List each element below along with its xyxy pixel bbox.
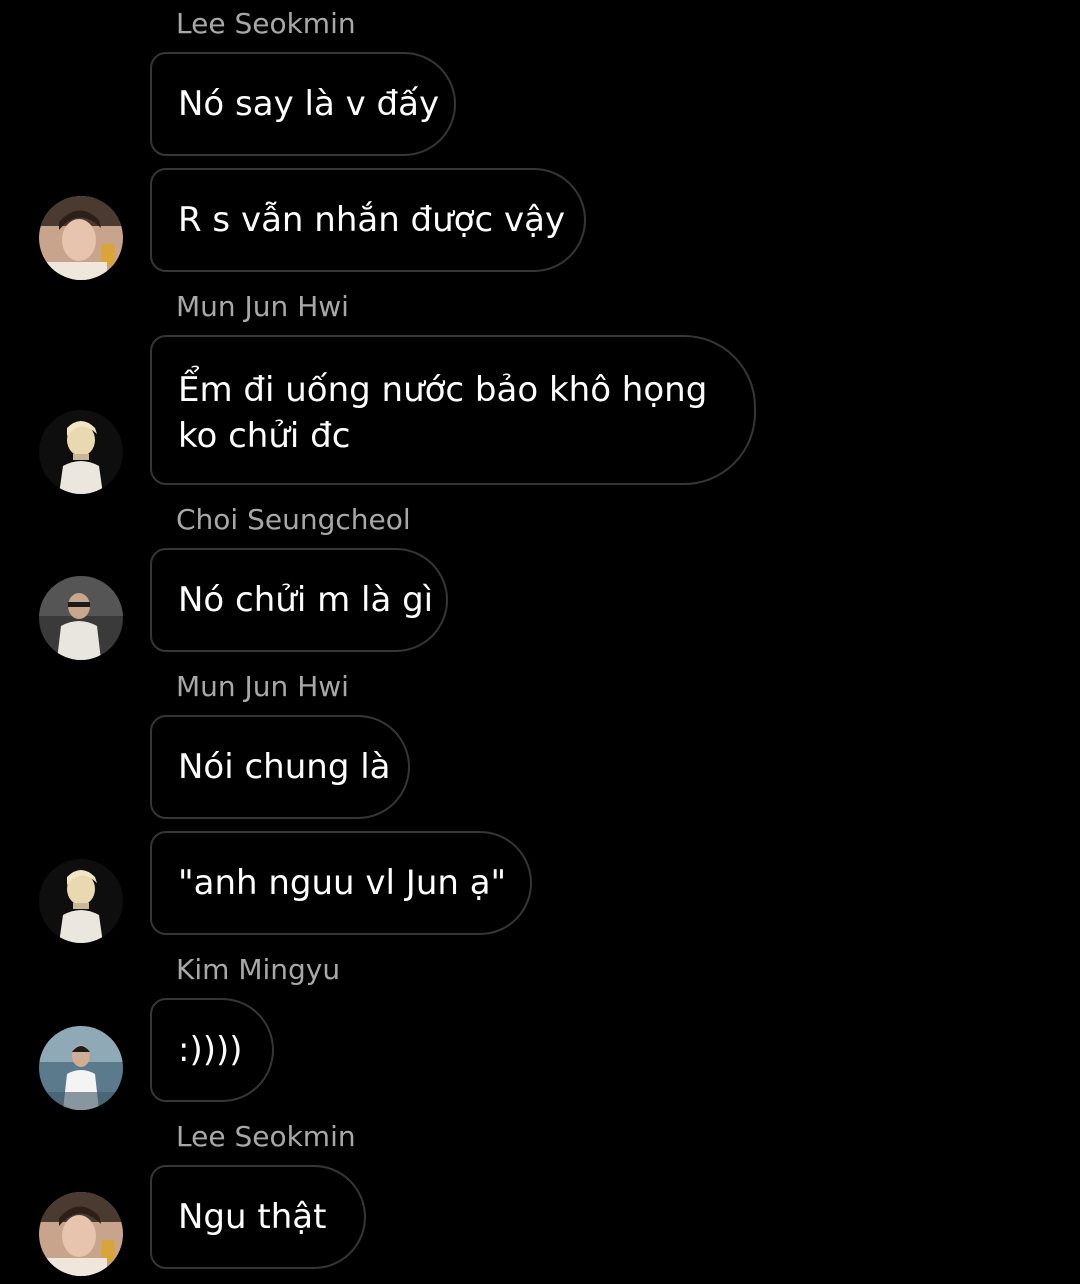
message-bubble[interactable]: Ểm đi uống nước bảo khô họng ko chửi đc bbox=[150, 335, 756, 485]
message-text: Nói chung là bbox=[178, 747, 391, 787]
message-text: Ngu thật bbox=[178, 1197, 327, 1237]
message-bubble[interactable]: :)))) bbox=[150, 998, 274, 1102]
avatar-mun-jun-hwi[interactable] bbox=[39, 859, 123, 943]
avatar-photo bbox=[39, 410, 123, 494]
avatar-mun-jun-hwi[interactable] bbox=[39, 410, 123, 494]
message-bubble[interactable]: Nó say là v đấy bbox=[150, 52, 456, 156]
message-line: ko chửi đc bbox=[178, 416, 351, 456]
avatar-photo bbox=[39, 1026, 123, 1110]
sender-name: Lee Seokmin bbox=[176, 7, 356, 40]
message-bubble[interactable]: Nó chửi m là gì bbox=[150, 548, 448, 652]
avatar-photo bbox=[39, 196, 123, 280]
avatar-photo bbox=[39, 859, 123, 943]
message-bubble[interactable]: Nói chung là bbox=[150, 715, 410, 819]
avatar-choi-seungcheol[interactable] bbox=[39, 576, 123, 660]
chat-thread: Lee Seokmin Nó say là v đấy R s vẫn nhắn… bbox=[0, 0, 1080, 1284]
sender-name: Mun Jun Hwi bbox=[176, 290, 349, 323]
message-bubble[interactable]: Ngu thật bbox=[150, 1165, 366, 1269]
avatar-photo bbox=[39, 576, 123, 660]
avatar-lee-seokmin[interactable] bbox=[39, 196, 123, 280]
message-text: "anh nguu vl Jun ạ" bbox=[178, 863, 507, 903]
sender-name: Kim Mingyu bbox=[176, 953, 341, 986]
message-text: :)))) bbox=[178, 1030, 243, 1070]
avatar-lee-seokmin[interactable] bbox=[39, 1192, 123, 1276]
avatar-photo bbox=[39, 1192, 123, 1276]
sender-name: Lee Seokmin bbox=[176, 1120, 356, 1153]
message-text: Nó say là v đấy bbox=[178, 84, 440, 124]
avatar-kim-mingyu[interactable] bbox=[39, 1026, 123, 1110]
message-text: Ểm đi uống nước bảo khô họng ko chửi đc bbox=[178, 367, 707, 459]
message-bubble[interactable]: R s vẫn nhắn được vậy bbox=[150, 168, 586, 272]
message-bubble[interactable]: "anh nguu vl Jun ạ" bbox=[150, 831, 532, 935]
sender-name: Choi Seungcheol bbox=[176, 503, 411, 536]
message-text: Nó chửi m là gì bbox=[178, 580, 434, 620]
sender-name: Mun Jun Hwi bbox=[176, 670, 349, 703]
message-text: R s vẫn nhắn được vậy bbox=[178, 200, 566, 240]
message-line: Ểm đi uống nước bảo khô họng bbox=[178, 370, 708, 410]
